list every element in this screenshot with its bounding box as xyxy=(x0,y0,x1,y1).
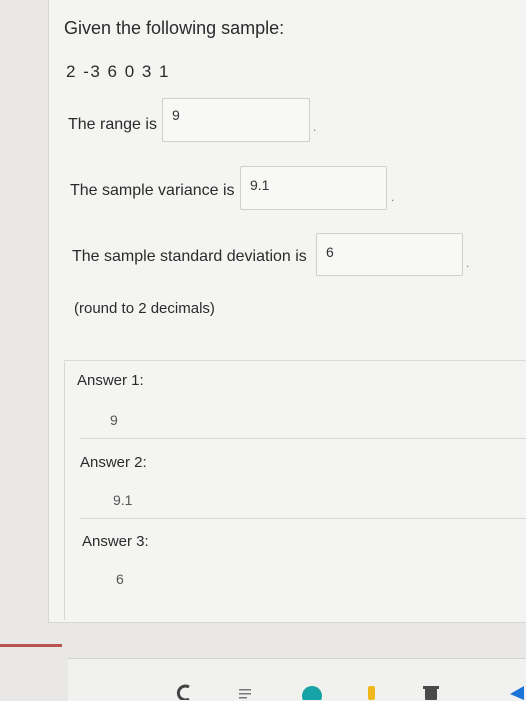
range-input-value: 9 xyxy=(172,107,180,123)
app-icon-yellow[interactable] xyxy=(365,682,379,700)
variance-period: . xyxy=(391,190,395,204)
bottom-dock xyxy=(68,658,526,701)
answers-top-divider xyxy=(64,360,526,361)
answer-1-label: Answer 1: xyxy=(77,372,144,389)
answer-divider-1 xyxy=(80,438,526,439)
question-prompt: Given the following sample: xyxy=(64,18,285,38)
app-icon-teal[interactable] xyxy=(300,682,324,700)
range-label: The range is xyxy=(68,116,157,133)
answer-2-value: 9.1 xyxy=(113,492,133,508)
variance-input[interactable]: 9.1 xyxy=(240,166,387,210)
range-period: . xyxy=(313,120,317,134)
app-icon-blue[interactable] xyxy=(500,682,524,700)
std-input[interactable]: 6 xyxy=(316,233,463,276)
answer-1-value: 9 xyxy=(110,412,118,428)
app-icon-c[interactable] xyxy=(176,684,192,700)
std-input-value: 6 xyxy=(326,244,334,260)
std-period: . xyxy=(466,256,470,270)
sample-values: 2 -3 6 0 3 1 xyxy=(66,62,171,81)
answer-3-value: 6 xyxy=(116,571,124,587)
std-label: The sample standard deviation is xyxy=(72,248,307,265)
variance-label: The sample variance is xyxy=(70,182,235,199)
variance-input-value: 9.1 xyxy=(250,177,270,193)
rounding-note: (round to 2 decimals) xyxy=(74,300,215,317)
app-icon-list[interactable] xyxy=(238,686,254,700)
app-icon-bin[interactable] xyxy=(420,683,442,700)
answer-divider-2 xyxy=(80,518,526,519)
answers-panel xyxy=(64,362,526,620)
answer-3-label: Answer 3: xyxy=(82,533,149,550)
answer-2-label: Answer 2: xyxy=(80,454,147,471)
range-input[interactable]: 9 xyxy=(162,98,310,142)
bottom-red-accent xyxy=(0,644,62,647)
